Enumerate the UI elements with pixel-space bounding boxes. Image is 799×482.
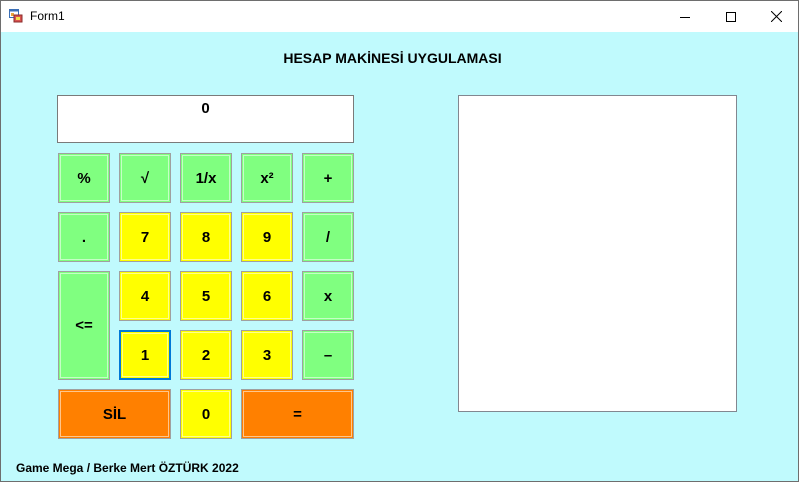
minus-button[interactable]: –	[302, 330, 354, 380]
clear-button[interactable]: SİL	[58, 389, 171, 439]
calculator-display[interactable]: 0	[57, 95, 354, 143]
sqrt-button[interactable]: √	[119, 153, 171, 203]
window-title: Form1	[30, 9, 65, 23]
backspace-button[interactable]: <=	[58, 271, 110, 380]
minimize-icon	[680, 16, 690, 18]
equals-button[interactable]: =	[241, 389, 354, 439]
title-bar[interactable]: Form1	[1, 1, 798, 32]
close-button[interactable]	[753, 1, 798, 32]
minimize-button[interactable]	[662, 1, 708, 32]
digit-5-button[interactable]: 5	[180, 271, 232, 321]
percent-button[interactable]: %	[58, 153, 110, 203]
digit-4-button[interactable]: 4	[119, 271, 171, 321]
digit-2-button[interactable]: 2	[180, 330, 232, 380]
multiply-button[interactable]: x	[302, 271, 354, 321]
digit-3-button[interactable]: 3	[241, 330, 293, 380]
digit-8-button[interactable]: 8	[180, 212, 232, 262]
maximize-icon	[726, 11, 736, 22]
footer-credit: Game Mega / Berke Mert ÖZTÜRK 2022	[16, 461, 239, 475]
digit-6-button[interactable]: 6	[241, 271, 293, 321]
maximize-button[interactable]	[708, 1, 754, 32]
reciprocal-button[interactable]: 1/x	[180, 153, 232, 203]
history-listbox[interactable]	[458, 95, 737, 412]
divide-button[interactable]: /	[302, 212, 354, 262]
form-app-icon[interactable]	[9, 9, 23, 23]
page-title: HESAP MAKİNESİ UYGULAMASI	[283, 50, 502, 66]
close-icon	[770, 11, 782, 22]
decimal-point-button[interactable]: .	[58, 212, 110, 262]
main-window: Form1 HESAP MAKİNESİ UYGULAMASI 0 % √ 1/…	[0, 0, 799, 482]
plus-button[interactable]: +	[302, 153, 354, 203]
digit-7-button[interactable]: 7	[119, 212, 171, 262]
digit-1-button[interactable]: 1	[119, 330, 171, 380]
digit-9-button[interactable]: 9	[241, 212, 293, 262]
digit-0-button[interactable]: 0	[180, 389, 232, 439]
square-button[interactable]: x²	[241, 153, 293, 203]
